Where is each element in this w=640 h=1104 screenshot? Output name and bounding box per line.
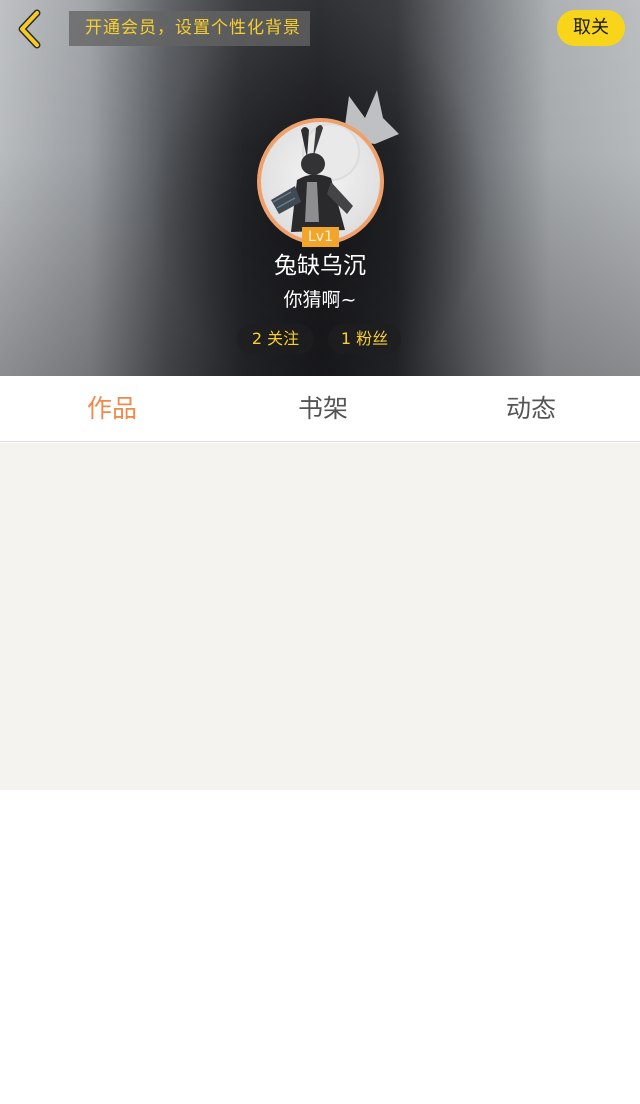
nickname: 兔缺乌沉	[274, 253, 366, 279]
blank-area	[0, 790, 640, 1104]
tab-bookshelf[interactable]: 书架	[224, 376, 422, 441]
avatar[interactable]	[257, 118, 384, 245]
signature: 你猜啊~	[283, 289, 357, 311]
avatar-image	[271, 123, 360, 232]
unfollow-button[interactable]: 取关	[557, 10, 625, 46]
profile-tabs: 作品 书架 动态	[0, 376, 640, 442]
profile-header: 开通会员，设置个性化背景 取关 Lv1 兔缺乌沉 你猜啊~ 2 关注 1 粉丝	[0, 0, 640, 376]
tab-activity[interactable]: 动态	[422, 376, 640, 441]
level-badge: Lv1	[302, 227, 339, 247]
tab-works[interactable]: 作品	[0, 376, 224, 441]
vip-background-banner[interactable]: 开通会员，设置个性化背景	[69, 11, 310, 46]
following-count[interactable]: 2 关注	[237, 324, 314, 354]
back-button[interactable]	[10, 8, 50, 50]
works-content-area	[0, 443, 640, 790]
fans-count[interactable]: 1 粉丝	[328, 324, 401, 354]
chevron-left-icon	[18, 9, 41, 49]
